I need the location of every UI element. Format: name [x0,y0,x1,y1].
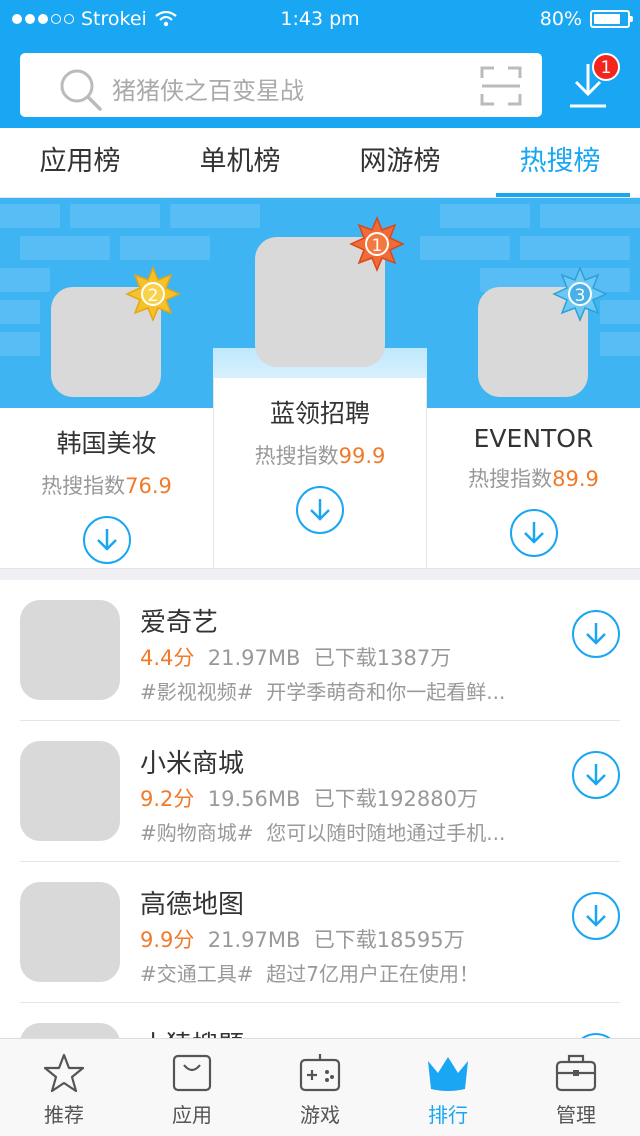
search-input[interactable]: 猪猪侠之百变星战 [112,71,304,106]
download-arrow-icon [523,522,544,544]
list-item[interactable]: 小米商城 9.2分 19.56MB 已下载192880万 #购物商城# 您可以随… [20,721,620,862]
podium-card-second[interactable]: 韩国美妆 热搜指数76.9 [0,408,213,568]
app-size: 19.56MB [207,787,301,811]
app-size: 21.97MB [207,646,301,670]
app-name: 小米商城 [140,749,245,779]
app-downloads: 已下载192880万 [313,787,478,811]
hot-index-value: 99.9 [338,444,386,468]
nav-label: 管理 [556,1103,596,1127]
download-arrow-icon [310,499,330,521]
crown-icon [428,1057,468,1091]
app-name: 韩国美妆 [56,429,157,458]
bottom-tab-bar: 推荐 应用 游戏 排行 管理 [0,1038,640,1136]
star-icon [43,1053,85,1093]
search-bar[interactable]: 猪猪侠之百变星战 [20,53,542,117]
app-name: 蓝领招聘 [269,399,370,428]
app-meta: 4.4分 21.97MB 已下载1387万 [140,642,451,672]
hot-index-label: 热搜指数 [468,467,553,491]
ranking-tabs: 应用榜 单机榜 网游榜 热搜榜 [0,128,640,198]
app-summary: 您可以随时随地通过手机... [266,821,506,845]
rank-1-medal-icon: 1 [349,216,405,272]
app-category-tag: #购物商城# [140,821,254,845]
download-button[interactable] [509,509,558,557]
nav-label: 推荐 [44,1103,84,1127]
section-divider [0,568,640,580]
app-downloads: 已下载18595万 [313,928,465,952]
app-icon[interactable] [20,1023,120,1038]
app-name: 高德地图 [140,890,245,920]
app-rating: 4.4分 [140,646,195,670]
battery-percent: 80% [539,8,582,30]
download-arrow-icon [586,905,606,927]
status-bar: Strokei 1:43 pm 80% [0,0,640,40]
app-icon[interactable] [20,600,120,700]
download-button[interactable] [296,486,344,534]
download-button[interactable] [572,751,620,799]
gamepad-icon [299,1054,341,1092]
hot-index-value: 76.9 [125,474,172,498]
app-summary: 开学季萌奇和你一起看鲜... [266,680,506,704]
app-summary: 超过7亿用户正在使用！ [266,962,479,986]
app-size: 21.97MB [207,928,301,952]
rank-2-number: 2 [148,286,159,306]
download-button[interactable] [572,892,620,940]
rank-1-number: 1 [372,236,383,256]
header: Strokei 1:43 pm 80% 猪猪侠之百变星战 1 [0,0,640,128]
app-description: #购物商城# 您可以随时随地通过手机... [140,817,505,846]
download-button[interactable] [572,610,620,658]
app-meta: 9.9分 21.97MB 已下载18595万 [140,924,465,954]
app-name: EVENTOR [473,424,594,453]
app-name: 小猿搜题 [140,1025,244,1038]
app-icon[interactable] [20,882,120,982]
battery-icon [590,10,633,28]
list-item[interactable]: 高德地图 9.9分 21.97MB 已下载18595万 #交通工具# 超过7亿用… [20,862,620,1003]
hot-index-label: 热搜指数 [254,444,339,468]
app-rating: 9.9分 [140,928,195,952]
podium-card-first[interactable]: 蓝领招聘 热搜指数99.9 [213,378,427,568]
app-description: #交通工具# 超过7亿用户正在使用！ [140,958,479,987]
app-category-tag: #交通工具# [140,962,254,986]
bag-icon [172,1054,212,1092]
nav-games[interactable]: 游戏 [256,1039,384,1136]
list-item[interactable]: 小猿搜题 [20,1003,620,1038]
scan-icon[interactable] [480,66,522,106]
nav-apps[interactable]: 应用 [128,1039,256,1136]
download-arrow-icon [586,623,606,645]
hot-index-value: 89.9 [552,467,599,491]
download-arrow-icon [586,764,606,786]
nav-manage[interactable]: 管理 [512,1039,640,1136]
download-arrow-icon [96,529,117,551]
hot-search-podium: 2 韩国美妆 热搜指数76.9 1 蓝领招聘 热搜指数99.9 3 EVENTO… [0,198,640,570]
app-category-tag: #影视视频# [140,680,254,704]
app-list: 爱奇艺 4.4分 21.97MB 已下载1387万 #影视视频# 开学季萌奇和你… [0,580,640,1038]
rank-3-number: 3 [575,286,586,306]
tab-single-game-ranking[interactable]: 单机榜 [160,128,320,197]
search-icon [60,69,102,111]
podium-card-third[interactable]: EVENTOR 热搜指数89.9 [427,408,640,568]
app-meta: 9.2分 19.56MB 已下载192880万 [140,783,478,813]
nav-label: 排行 [428,1103,468,1127]
nav-ranking[interactable]: 排行 [384,1039,512,1136]
toolbox-icon [555,1054,597,1092]
nav-label: 应用 [172,1103,212,1127]
app-rating: 9.2分 [140,787,195,811]
download-button[interactable] [82,516,131,564]
download-badge: 1 [592,53,620,81]
nav-recommend[interactable]: 推荐 [0,1039,128,1136]
hot-index-label: 热搜指数 [41,474,126,498]
list-item[interactable]: 爱奇艺 4.4分 21.97MB 已下载1387万 #影视视频# 开学季萌奇和你… [20,580,620,721]
app-description: #影视视频# 开学季萌奇和你一起看鲜... [140,676,505,705]
tab-app-ranking[interactable]: 应用榜 [0,128,160,197]
tab-hot-search-ranking[interactable]: 热搜榜 [480,128,640,197]
rank-2-medal-icon: 2 [125,266,181,322]
tab-online-game-ranking[interactable]: 网游榜 [320,128,480,197]
nav-label: 游戏 [300,1103,340,1127]
app-downloads: 已下载1387万 [313,646,452,670]
rank-3-medal-icon: 3 [552,266,608,322]
app-name: 爱奇艺 [140,608,219,638]
app-icon[interactable] [20,741,120,841]
